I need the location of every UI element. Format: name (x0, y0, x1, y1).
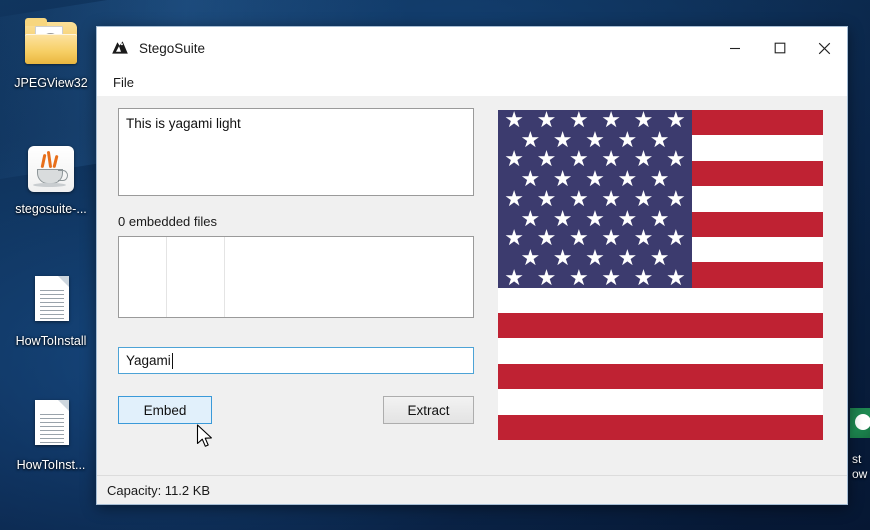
minimize-icon[interactable] (712, 27, 757, 69)
flag-star: ★ (504, 267, 524, 288)
stegosaurus-icon (110, 38, 130, 58)
titlebar-left: StegoSuite (97, 38, 712, 58)
embedded-files-label: 0 embedded files (118, 214, 474, 229)
us-flag-image: ★★★★★★★★★★★★★★★★★★★★★★★★★★★★★★★★★★★★★★★★… (498, 110, 823, 440)
java-jar-icon (22, 140, 80, 198)
flag-star: ★ (569, 267, 589, 288)
password-value: Yagami (126, 353, 171, 368)
flag-stripe-red (498, 364, 823, 389)
embed-button[interactable]: Embed (118, 396, 212, 424)
message-textarea[interactable]: This is yagami light (118, 108, 474, 196)
flag-stripe-red (498, 415, 823, 440)
flag-star: ★ (601, 267, 621, 288)
flag-star: ★ (537, 267, 557, 288)
menubar: File (97, 69, 847, 96)
desktop-icon-howtoinstall[interactable]: HowToInstall (4, 272, 98, 349)
desktop-icon-label: HowToInstall (4, 334, 98, 349)
window-client-area: This is yagami light 0 embedded files Ya… (97, 96, 847, 475)
desktop-icon-label: stegosuite-... (4, 202, 98, 217)
password-input[interactable]: Yagami (118, 347, 474, 374)
maximize-icon[interactable] (757, 27, 802, 69)
flag-stripe-red (498, 313, 823, 338)
desktop-icon-stegosuite[interactable]: stegosuite-... (4, 140, 98, 217)
statusbar: Capacity: 11.2 KB (97, 475, 847, 504)
table-column-divider (224, 237, 225, 317)
window-controls (712, 27, 847, 69)
flag-star: ★ (634, 267, 654, 288)
embedded-files-table[interactable] (118, 236, 474, 318)
text-caret (172, 353, 173, 369)
desktop-icon-label: HowToInst... (4, 458, 98, 473)
extract-button[interactable]: Extract (383, 396, 474, 424)
capacity-label: Capacity: 11.2 KB (107, 483, 210, 498)
desktop-icon-jpegview32[interactable]: JPEGView32 (4, 14, 98, 91)
flag-star: ★ (666, 267, 686, 288)
desktop-icon-clipped-label: stow (852, 452, 867, 482)
close-icon[interactable] (802, 27, 847, 69)
window-titlebar[interactable]: StegoSuite (97, 27, 847, 69)
desktop-icon-label: JPEGView32 (4, 76, 98, 91)
window-title: StegoSuite (139, 41, 205, 56)
image-preview-panel[interactable]: ★★★★★★★★★★★★★★★★★★★★★★★★★★★★★★★★★★★★★★★★… (498, 110, 823, 440)
clipped-app-icon (850, 408, 870, 438)
text-document-icon (22, 396, 80, 454)
table-column-divider (166, 237, 167, 317)
stegosuite-window: StegoSuite File This is yagami light 0 e… (96, 26, 848, 505)
desktop-icon-howtoinstall-2[interactable]: HowToInst... (4, 396, 98, 473)
menu-item-file[interactable]: File (106, 72, 141, 93)
action-button-row: Embed Extract (118, 396, 474, 424)
folder-icon (22, 14, 80, 72)
text-document-icon (22, 272, 80, 330)
flag-canton: ★★★★★★★★★★★★★★★★★★★★★★★★★★★★★★★★★★★★★★★★… (498, 110, 692, 288)
left-panel: This is yagami light 0 embedded files Ya… (118, 108, 474, 424)
